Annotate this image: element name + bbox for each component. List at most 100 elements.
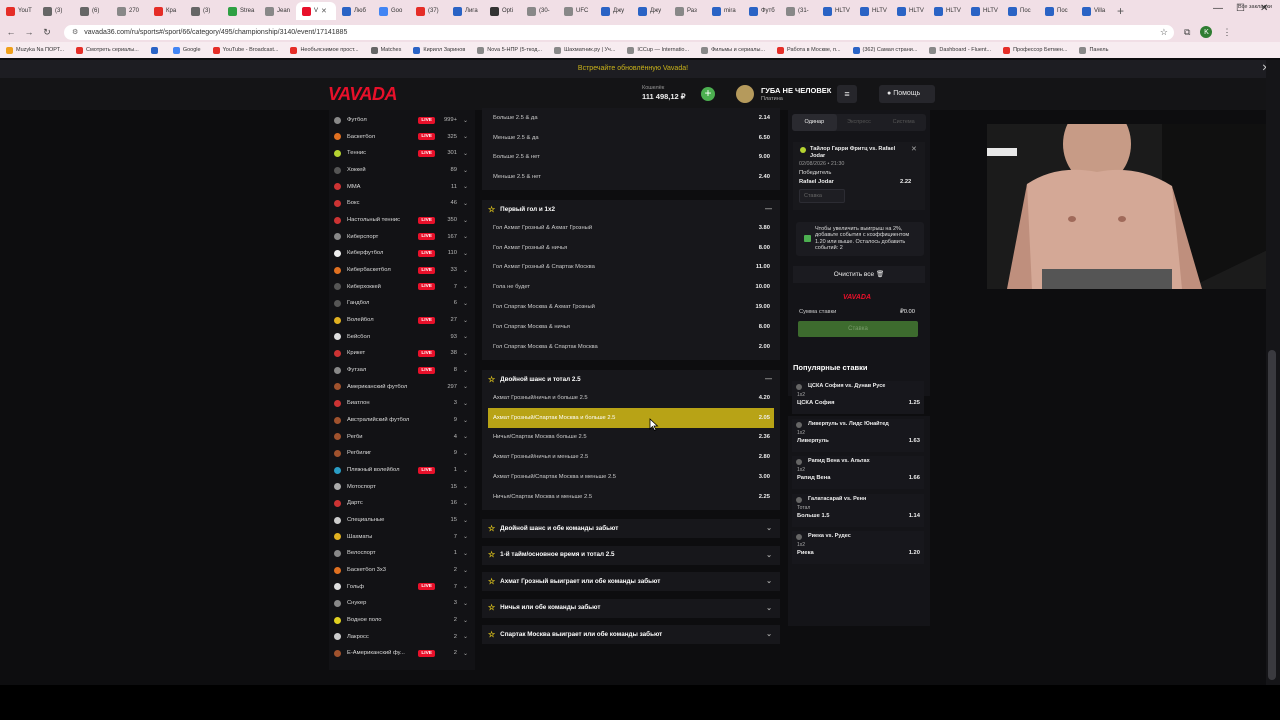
- odds-row[interactable]: Ахмат Грозный/ничья и меньше 2.5 2.80: [482, 447, 780, 467]
- bookmark-item[interactable]: Смотреть сериалы...: [76, 46, 139, 54]
- new-tab-icon[interactable]: +: [1117, 4, 1124, 18]
- bookmark-item[interactable]: Nova 5-НПР (5-ткод...: [477, 46, 542, 54]
- browser-tab[interactable]: 270: [111, 2, 148, 20]
- favorite-star-icon[interactable]: ☆: [488, 630, 495, 639]
- popular-odd[interactable]: 1.25: [909, 400, 920, 406]
- browser-tab[interactable]: HLTV: [965, 2, 1002, 20]
- bookmark-item[interactable]: Matches: [370, 46, 401, 54]
- bookmark-item[interactable]: Панель: [1079, 46, 1108, 54]
- browser-tab[interactable]: Villa: [1076, 2, 1113, 20]
- remove-bet-icon[interactable]: ✕: [911, 145, 917, 153]
- sidebar-sport-item[interactable]: Велоспорт 1 ⌄: [329, 545, 475, 561]
- chevron-down-icon[interactable]: ⌄: [766, 524, 772, 532]
- popular-bet-card[interactable]: Ливерпуль vs. Лидс Юнайтед 1x2 Ливерпуль 1.…: [792, 418, 924, 452]
- tab-express[interactable]: Экспресс: [837, 114, 882, 131]
- browser-tab[interactable]: Джу: [632, 2, 669, 20]
- sidebar-sport-item[interactable]: Футзал LIVE 8 ⌄: [329, 362, 475, 378]
- sidebar-sport-item[interactable]: Дартс 16 ⌄: [329, 495, 475, 511]
- sidebar-sport-item[interactable]: Американский футбол 297 ⌄: [329, 379, 475, 395]
- browser-tab[interactable]: (6): [74, 2, 111, 20]
- bookmark-item[interactable]: Dashboard - Fluent...: [929, 46, 991, 54]
- user-name[interactable]: ГУБА НЕ ЧЕЛОВЕК: [761, 86, 831, 95]
- tab-system[interactable]: Система: [881, 114, 926, 131]
- bookmark-item[interactable]: Кирилл Заринов: [413, 46, 465, 54]
- site-info-icon[interactable]: ⚙: [72, 28, 78, 36]
- sidebar-sport-item[interactable]: Австралийский футбол 9 ⌄: [329, 412, 475, 428]
- browser-tab[interactable]: V ✕: [296, 2, 336, 20]
- sidebar-sport-item[interactable]: Водное поло 2 ⌄: [329, 612, 475, 628]
- collapse-icon[interactable]: —: [765, 376, 772, 383]
- chevron-down-icon[interactable]: ⌄: [766, 630, 772, 638]
- browser-tab[interactable]: HLTV: [928, 2, 965, 20]
- chevron-down-icon[interactable]: ⌄: [766, 604, 772, 612]
- sidebar-sport-item[interactable]: MMA 11 ⌄: [329, 179, 475, 195]
- browser-menu-icon[interactable]: ⋮: [1222, 27, 1231, 38]
- selected-odds-row[interactable]: Ахмат Грозный/Спартак Москва и больше 2.…: [488, 407, 774, 428]
- browser-tab[interactable]: Джу: [595, 2, 632, 20]
- browser-tab[interactable]: Strea: [222, 2, 259, 20]
- browser-tab[interactable]: HLTV: [817, 2, 854, 20]
- sidebar-sport-item[interactable]: Киберспорт LIVE 167 ⌄: [329, 229, 475, 245]
- close-tab-icon[interactable]: ✕: [321, 7, 327, 15]
- sidebar-sport-item[interactable]: Регбилиг 9 ⌄: [329, 445, 475, 461]
- forward-icon[interactable]: →: [22, 27, 36, 37]
- popular-bet-card[interactable]: ЦСКА София vs. Дунав Русе 1x2 ЦСКА София 1.…: [792, 381, 924, 414]
- collapse-icon[interactable]: —: [765, 206, 772, 213]
- sidebar-sport-item[interactable]: Крикет LIVE 38 ⌄: [329, 345, 475, 361]
- odds-row[interactable]: Гола не будет 10.00: [482, 277, 780, 297]
- popular-odd[interactable]: 1.20: [909, 550, 920, 556]
- browser-tab[interactable]: Футб: [743, 2, 780, 20]
- odds-row[interactable]: Ахмат Грозный/ничья и больше 2.5 4.20: [482, 388, 780, 408]
- market-header[interactable]: ☆ Первый гол и 1x2 —: [482, 200, 780, 218]
- page-scrollbar-thumb[interactable]: [1268, 350, 1276, 680]
- favorite-star-icon[interactable]: ☆: [488, 375, 495, 384]
- popular-odd[interactable]: 1.14: [909, 513, 920, 519]
- sidebar-sport-item[interactable]: Киберфутбол LIVE 110 ⌄: [329, 245, 475, 261]
- back-icon[interactable]: ←: [4, 27, 18, 37]
- bookmark-item[interactable]: Google: [172, 46, 201, 54]
- wallet[interactable]: Кошелёк 111 498,12 ₽: [642, 85, 686, 101]
- bookmark-item[interactable]: Muzyka Na ПОРТ...: [6, 46, 64, 54]
- odds-row[interactable]: Ничья/Спартак Москва и меньше 2.5 2.25: [482, 487, 780, 507]
- bookmark-item[interactable]: [150, 46, 161, 54]
- stake-input[interactable]: Ставка: [799, 189, 845, 203]
- sidebar-sport-item[interactable]: Регби 4 ⌄: [329, 429, 475, 445]
- chevron-down-icon[interactable]: ⌄: [766, 551, 772, 559]
- place-bet-button[interactable]: Ставка: [798, 321, 918, 337]
- browser-tab[interactable]: HLTV: [891, 2, 928, 20]
- tab-single[interactable]: Одинар: [792, 114, 837, 131]
- favorite-star-icon[interactable]: ☆: [488, 205, 495, 214]
- popular-bet-card[interactable]: Рапид Вена vs. Альтах 1x2 Рапид Вена 1.66: [792, 456, 924, 489]
- bookmark-item[interactable]: Профессор Бетмен...: [1003, 46, 1067, 54]
- sidebar-sport-item[interactable]: Лакросс 2 ⌄: [329, 629, 475, 645]
- browser-tab[interactable]: Раз: [669, 2, 706, 20]
- sidebar-sport-item[interactable]: Баскетбол LIVE 325 ⌄: [329, 129, 475, 145]
- odds-row[interactable]: Меньше 2.5 & да 6.50: [482, 128, 780, 148]
- browser-tab[interactable]: (30-: [521, 2, 558, 20]
- bookmark-item[interactable]: Фильмы и сериалы...: [701, 46, 765, 54]
- favorite-star-icon[interactable]: ☆: [488, 603, 495, 612]
- market-header[interactable]: ☆ Спартак Москва выиграет или обе команды…: [482, 625, 780, 643]
- odds-row[interactable]: Гол Спартак Москва & Ахмат Грозный 19.00: [482, 297, 780, 317]
- sidebar-sport-item[interactable]: Шахматы 7 ⌄: [329, 529, 475, 545]
- browser-tab[interactable]: HLTV: [854, 2, 891, 20]
- odds-row[interactable]: Меньше 2.5 & нет 2.40: [482, 167, 780, 187]
- odds-row[interactable]: Ничья/Спартак Москва больше 2.5 2.36: [482, 428, 780, 448]
- user-avatar[interactable]: [736, 85, 754, 103]
- profile-avatar[interactable]: K: [1200, 26, 1213, 38]
- browser-tab[interactable]: Jean: [259, 2, 296, 20]
- odds-row[interactable]: Больше 2.5 & да 2.14: [482, 108, 780, 128]
- browser-tab[interactable]: Лига: [447, 2, 484, 20]
- browser-tab[interactable]: YouT: [0, 2, 37, 20]
- odds-row[interactable]: Ахмат Грозный/Спартак Москва и меньше 2.…: [482, 467, 780, 487]
- sidebar-sport-item[interactable]: Бейсбол 93 ⌄: [329, 329, 475, 345]
- sidebar-sport-item[interactable]: Пляжный волейбол LIVE 1 ⌄: [329, 462, 475, 478]
- odds-row[interactable]: Больше 2.5 & нет 9.00: [482, 148, 780, 168]
- bookmark-item[interactable]: YouTube - Broadcast...: [212, 46, 278, 54]
- bookmark-item[interactable]: ICCup — Internatio...: [627, 46, 689, 54]
- browser-tab[interactable]: Goo: [373, 2, 410, 20]
- all-bookmarks-link[interactable]: Все закладки: [1238, 4, 1272, 10]
- hamburger-menu-button[interactable]: ≡: [837, 85, 857, 103]
- sidebar-sport-item[interactable]: Кибербаскетбол LIVE 33 ⌄: [329, 262, 475, 278]
- market-header[interactable]: ☆ 1-й тайм/основное время и тотал 2.5 ⌄: [482, 546, 780, 564]
